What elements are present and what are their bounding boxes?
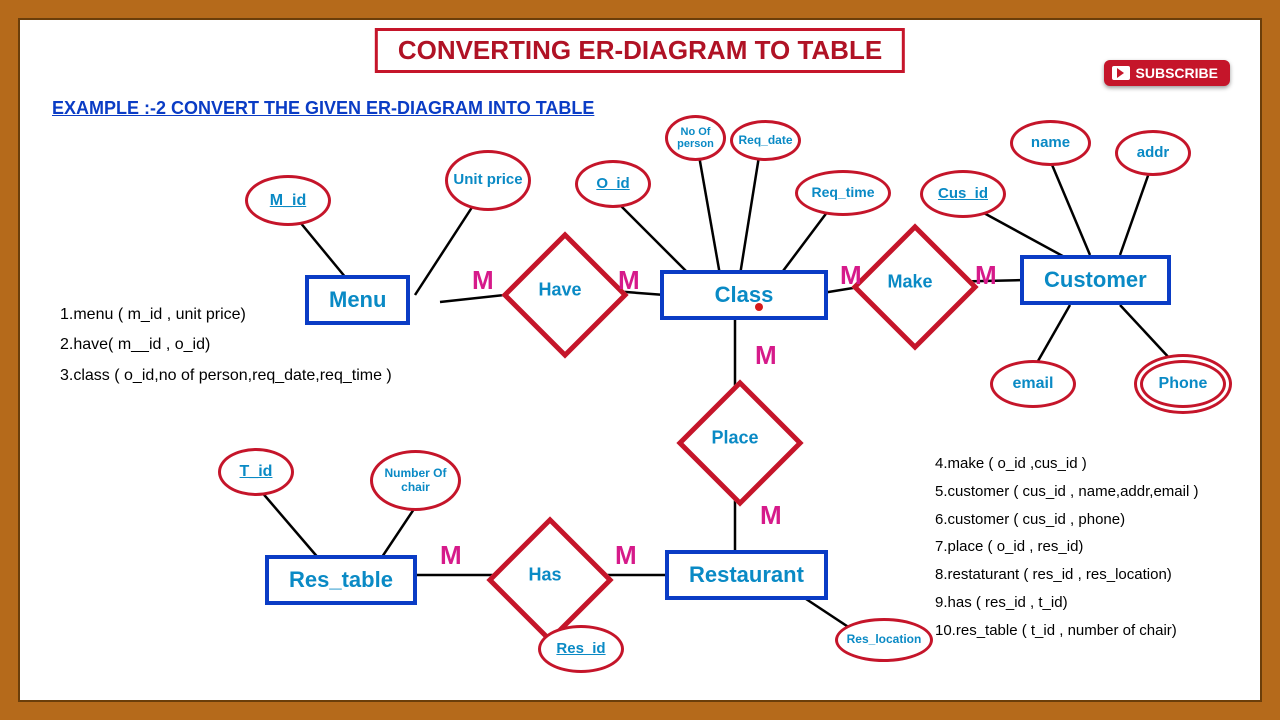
attr-req-date: Req_date <box>730 120 801 161</box>
card-m: M <box>760 500 782 531</box>
connector-lines <box>20 20 1260 700</box>
relation-place: Place <box>695 398 775 478</box>
card-m: M <box>840 260 862 291</box>
attr-m-id: M_id <box>245 175 331 226</box>
attr-res-location: Res_location <box>835 618 933 662</box>
attr-req-time: Req_time <box>795 170 891 216</box>
attr-addr: addr <box>1115 130 1191 176</box>
card-m: M <box>755 340 777 371</box>
attr-email: email <box>990 360 1076 408</box>
attr-cus-id: Cus_id <box>920 170 1006 218</box>
entity-restaurant: Restaurant <box>665 550 828 600</box>
card-m: M <box>440 540 462 571</box>
attr-num-chair: Number Of chair <box>370 450 461 511</box>
entity-customer: Customer <box>1020 255 1171 305</box>
attr-o-id: O_id <box>575 160 651 208</box>
attr-name: name <box>1010 120 1091 166</box>
card-m: M <box>615 540 637 571</box>
entity-class: Class <box>660 270 828 320</box>
attr-res-id: Res_id <box>538 625 624 673</box>
attr-phone: Phone <box>1140 360 1226 408</box>
entity-menu: Menu <box>305 275 410 325</box>
attr-t-id: T_id <box>218 448 294 496</box>
attr-no-person: No Of person <box>665 115 726 161</box>
relation-make: Make <box>870 242 950 322</box>
diagram-canvas: CONVERTING ER-DIAGRAM TO TABLE EXAMPLE :… <box>18 18 1262 702</box>
card-m: M <box>975 260 997 291</box>
card-m: M <box>472 265 494 296</box>
attr-unit-price: Unit price <box>445 150 531 211</box>
pointer-dot <box>755 303 763 311</box>
relation-have: Have <box>520 250 600 330</box>
entity-res-table: Res_table <box>265 555 417 605</box>
card-m: M <box>618 265 640 296</box>
relation-has: Has <box>505 535 585 615</box>
